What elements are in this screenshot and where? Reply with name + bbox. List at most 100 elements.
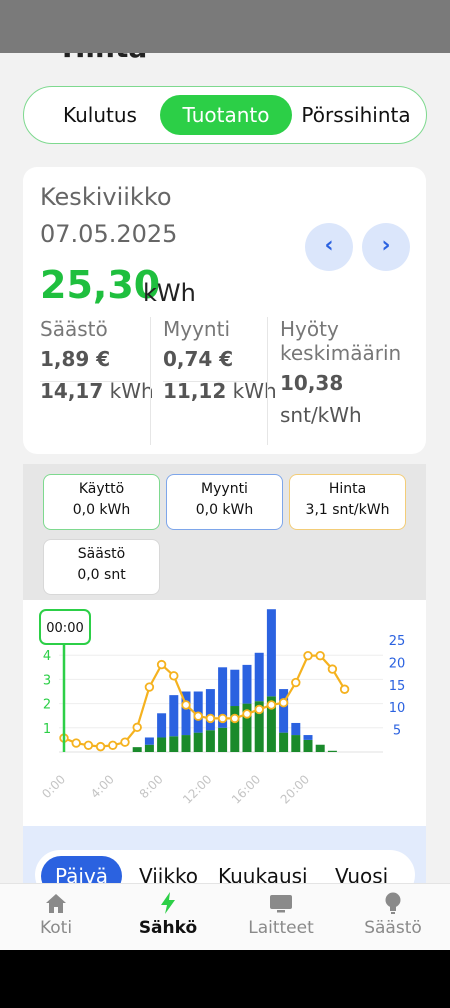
price-point [181,700,191,710]
nav-item-koti[interactable]: Koti [11,890,101,938]
bar-segment-green [205,730,215,752]
bar-segment-green [327,750,337,752]
x-axis-tick-label: 8:00 [137,772,166,801]
status-bar [0,0,450,53]
price-point [266,700,277,710]
price-point [327,664,338,674]
usage-title: Käyttö [78,481,125,497]
benefit-column: Hyöty keskimäärin 10,38 snt/kWh [280,317,401,427]
period-tabs: Päivä Viikko Kuukausi Vuosi [35,850,415,883]
price-point [108,740,118,750]
sales-label: Myynti [163,317,231,341]
price-point [339,684,350,694]
divider [163,381,257,382]
benefit-unit: snt/kWh [280,403,362,427]
tab-porssihinta[interactable]: Pörssihinta [292,95,420,135]
price-point [169,671,179,681]
bar-segment-green [181,735,191,752]
period-tab-year[interactable]: Vuosi [335,856,388,883]
bar-segment-blue [254,652,264,702]
price-point [132,722,142,733]
price-point [242,709,252,719]
lightbulb-icon [385,892,401,914]
bar-segment-blue [169,695,179,737]
bar-segment-green [157,737,167,752]
total-production-unit: kWh [143,279,196,307]
saving-stat-value: 0,0 snt [77,567,126,583]
price-point [71,738,81,748]
x-axis-tick-label: 20:00 [278,772,312,806]
period-tab-day[interactable]: Päivä [41,856,123,883]
usage-stat: Käyttö 0,0 kWh [43,474,160,530]
nav-label-laitteet: Laitteet [248,918,314,938]
left-axis-tick-label: 4 [43,649,51,664]
benefit-value: 10,38 [280,371,344,395]
tab-kulutus[interactable]: Kulutus [38,95,162,135]
price-point [144,682,155,692]
x-axis-tick-label: 16:00 [229,772,263,806]
hour-tooltip-label: 00:00 [46,621,83,636]
prev-day-button[interactable]: ‹ [305,223,353,271]
production-chart-card[interactable]: 1 2 3 4 5 10 15 20 25 00:00 0:00 4:00 8:00 12:00 16:00… [23,600,426,826]
sales-kwh-value: 11,12 [163,379,227,403]
price-point [205,713,216,724]
bar-segment-blue [291,722,301,736]
left-axis-tick-label: 1 [43,722,51,737]
divider [40,381,138,382]
price-point [217,713,228,724]
bar-segment-green [291,735,301,752]
price-point [278,698,289,708]
nav-item-saasto[interactable]: Säästö [348,890,438,938]
price-title: Hinta [328,481,367,497]
hour-stats-strip: Käyttö 0,0 kWh Myynti 0,0 kWh Hinta 3,1 … [23,464,426,600]
nav-item-laitteet[interactable]: Laitteet [236,890,326,938]
x-axis-tick-label: 12:00 [180,772,214,806]
bar-segment-green [279,732,289,752]
nav-item-sahko[interactable]: Sähkö [123,890,213,938]
price-point [230,713,240,724]
divider [150,317,151,445]
bar-segment-blue [303,735,313,740]
price-value: 3,1 snt/kWh [305,502,390,518]
saving-kwh: 14,17 kWh [40,379,154,403]
sales-kwh: 11,12 kWh [163,379,277,403]
nav-label-koti: Koti [39,918,73,938]
left-axis-tick-label: 2 [43,698,51,713]
right-axis-tick-label: 5 [393,724,401,739]
sales-column: Myynti 0,74 € 11,12 kWh [163,317,277,403]
period-tab-week[interactable]: Viikko [139,856,198,883]
bar-segment-blue [230,669,240,707]
bar-segment-green [169,736,179,752]
price-point [156,659,167,670]
tab-tuotanto[interactable]: Tuotanto [160,95,292,135]
x-axis-tick-label: 4:00 [88,772,117,801]
period-tab-month[interactable]: Kuukausi [218,856,308,883]
price-point [303,650,313,661]
bar-segment-green [315,744,325,752]
right-axis-tick-label: 25 [389,634,406,649]
sales-value: 0,0 kWh [195,502,254,518]
saving-kwh-unit: kWh [109,379,154,403]
price-point [95,741,106,752]
sales-title: Myynti [201,481,248,497]
sales-eur: 0,74 € [163,347,234,371]
price-point [254,704,264,715]
bar-segment-blue [157,713,167,738]
bar-segment-blue [144,737,154,745]
saving-column: Säästö 1,89 € 14,17 kWh [40,317,154,403]
bar-segment-green [303,739,313,752]
benefit-label-2: keskimäärin [280,341,402,365]
bar-segment-blue [205,689,215,731]
bar-segment-green [218,727,228,752]
bar-segment-green [230,706,240,752]
usage-value: 0,0 kWh [72,502,131,518]
price-stat: Hinta 3,1 snt/kWh [289,474,406,530]
production-chart[interactable]: 1 2 3 4 5 10 15 20 25 00:00 0:00 4:00 8:00 12:00 16:00… [23,600,426,826]
bar-segment-green [132,747,142,752]
view-tabs: Kulutus Tuotanto Pörssihinta [23,86,427,144]
price-line [63,654,346,748]
next-day-button[interactable]: › [362,223,410,271]
price-point [120,737,130,747]
bar-segment-green [193,732,203,752]
nav-label-sahko: Sähkö [138,918,198,938]
